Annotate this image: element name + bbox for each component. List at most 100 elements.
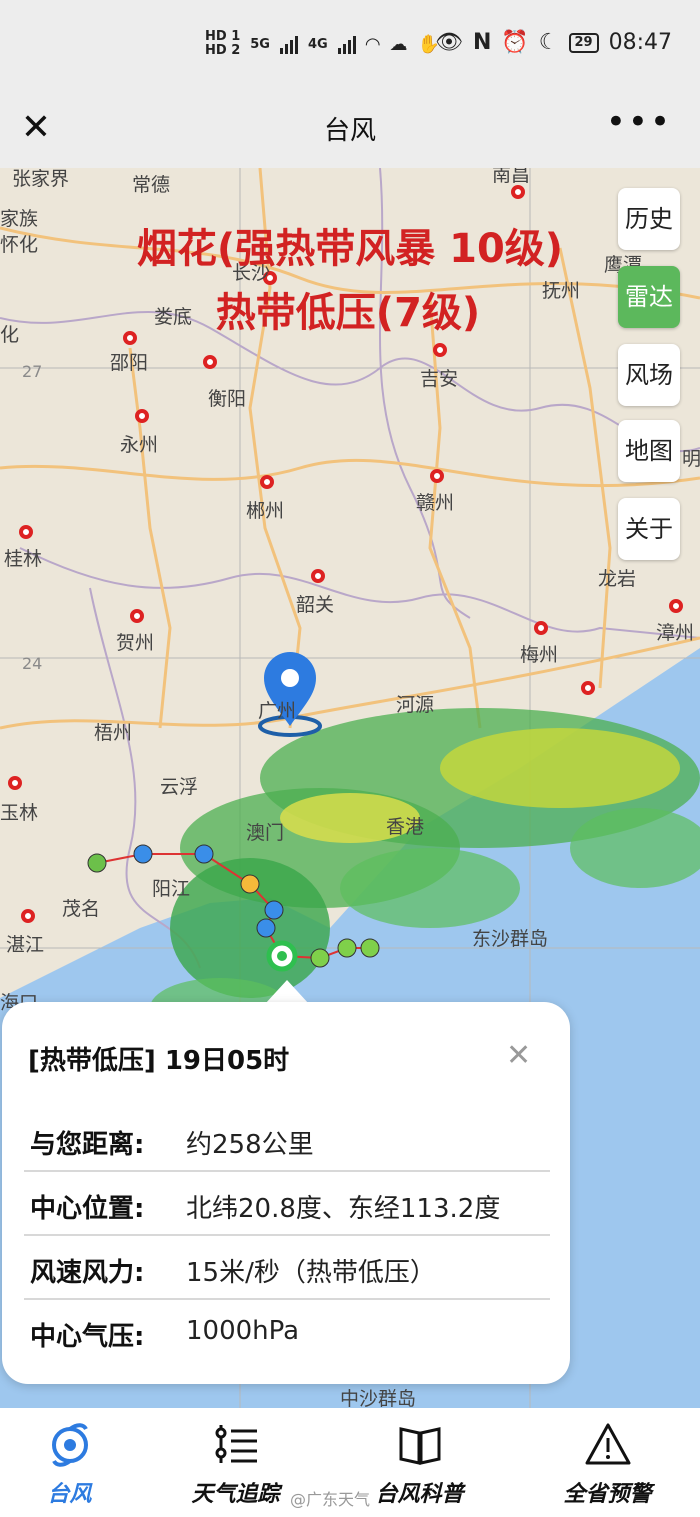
- moon-icon: ☾: [538, 30, 559, 55]
- city-dot: [534, 621, 548, 635]
- city-dot: [8, 776, 22, 790]
- city-label: 河源: [396, 694, 435, 716]
- cloud-icon: ☁: [389, 33, 408, 55]
- close-icon[interactable]: ✕: [506, 1038, 531, 1073]
- city-dot: [511, 185, 525, 199]
- eye-icon: 👁: [435, 30, 463, 55]
- city-dot: [311, 569, 325, 583]
- typhoon-headline-2: 热带低压(7级): [215, 290, 481, 336]
- city-label: 明: [682, 448, 700, 470]
- city-dot: [669, 599, 683, 613]
- city-label: 贺州: [116, 632, 155, 654]
- info-value: 北纬20.8度、东经113.2度: [186, 1194, 501, 1224]
- city-label: 吉安: [420, 368, 459, 390]
- radar-button[interactable]: 雷达: [618, 266, 680, 328]
- title-bar: ✕ 台风 •••: [0, 98, 700, 168]
- warning-icon: [520, 1416, 695, 1472]
- track-point: [133, 844, 153, 864]
- info-row-wind: 风速风力: 15米/秒（热带低压）: [24, 1236, 550, 1300]
- typhoon-info-popup: [热带低压] 19日05时 ✕ 与您距离: 约258公里 中心位置: 北纬20.…: [2, 1002, 570, 1384]
- nav-label: 台风: [47, 1482, 92, 1507]
- track-point: [264, 900, 284, 920]
- net2-label: 4G: [307, 36, 328, 52]
- city-label: 张家界: [12, 168, 70, 190]
- status-bar: HD 1 HD 2 5G 4G ◠ ☁ ✋ 👁 N ⏰ ☾ 29 08:47: [0, 0, 700, 98]
- city-label: 漳州: [656, 622, 695, 644]
- sim1-label: HD 1: [205, 29, 241, 44]
- clock: 08:47: [608, 30, 672, 55]
- track-point: [256, 918, 276, 938]
- track-point: [194, 844, 214, 864]
- nav-province-warning[interactable]: 全省预警: [520, 1416, 695, 1508]
- city-dot: [260, 475, 274, 489]
- sim2-label: HD 2: [205, 43, 241, 58]
- city-label: 梧州: [94, 722, 133, 744]
- track-point: [310, 948, 330, 968]
- net1-label: 5G: [250, 36, 270, 52]
- wifi-icon: ◠: [365, 33, 380, 55]
- city-label: 玉林: [0, 802, 39, 824]
- city-label: 衡阳: [208, 388, 247, 410]
- typhoon-icon: [0, 1416, 157, 1472]
- about-button[interactable]: 关于: [618, 498, 680, 560]
- history-button[interactable]: 历史: [618, 188, 680, 250]
- city-dot: [21, 909, 35, 923]
- info-label: 风速风力:: [30, 1258, 145, 1288]
- city-label: 茂名: [62, 898, 101, 920]
- city-label: 韶关: [296, 594, 335, 616]
- city-label: 东沙群岛: [472, 928, 549, 950]
- road: [0, 458, 700, 488]
- status-bar-left: HD 1 HD 2 5G 4G ◠ ☁ ✋: [205, 30, 440, 58]
- popup-header: [热带低压] 19日05时: [28, 1046, 290, 1076]
- city-label: 中沙群岛: [340, 1388, 417, 1408]
- info-label: 与您距离:: [30, 1130, 145, 1160]
- city-label: 郴州: [246, 500, 285, 522]
- wind-field-button[interactable]: 风场: [618, 344, 680, 406]
- track-point: [87, 853, 107, 873]
- city-dot: [203, 355, 217, 369]
- city-dot: [430, 469, 444, 483]
- typhoon-symbol: [266, 940, 298, 972]
- list-icon: [148, 1416, 323, 1472]
- watermark: @广东天气: [290, 1490, 371, 1509]
- city-label: 阳江: [152, 878, 191, 900]
- map-button[interactable]: 地图: [618, 420, 680, 482]
- latitude-label: 24: [22, 654, 43, 673]
- city-dot: [433, 343, 447, 357]
- info-row-pressure: 中心气压: 1000hPa: [24, 1300, 550, 1364]
- radar-echo: [340, 848, 520, 928]
- city-dot: [135, 409, 149, 423]
- city-label: 赣州: [416, 492, 455, 514]
- status-bar-right: 👁 N ⏰ ☾ 29 08:47: [435, 30, 672, 55]
- city-label: 南昌: [492, 168, 531, 186]
- popup-tail: [265, 980, 309, 1004]
- book-icon: [332, 1416, 507, 1472]
- typhoon-headline-1: 烟花(强热带风暴 10级): [136, 226, 564, 272]
- city-label: 云浮: [160, 776, 199, 798]
- track-point: [337, 938, 357, 958]
- nav-typhoon[interactable]: 台风: [0, 1416, 157, 1508]
- info-label: 中心气压:: [30, 1322, 145, 1352]
- nfc-icon: N: [472, 30, 492, 55]
- signal-icon: [279, 34, 298, 54]
- track-point: [240, 874, 260, 894]
- track-point: [360, 938, 380, 958]
- latitude-label: 27: [22, 362, 43, 381]
- city-label: 龙岩: [598, 568, 637, 590]
- battery-icon: 29: [568, 32, 599, 53]
- city-label: 永州: [120, 434, 159, 456]
- info-value: 约258公里: [186, 1130, 314, 1160]
- info-value: 1000hPa: [186, 1316, 300, 1346]
- city-label: 澳门: [246, 822, 285, 844]
- info-label: 中心位置:: [30, 1194, 145, 1224]
- city-label: 桂林: [4, 548, 43, 570]
- info-value: 15米/秒（热带低压）: [186, 1258, 436, 1288]
- road: [128, 347, 172, 729]
- info-row-position: 中心位置: 北纬20.8度、东经113.2度: [24, 1172, 550, 1236]
- city-dot: [19, 525, 33, 539]
- nav-label: 全省预警: [563, 1482, 652, 1507]
- more-icon[interactable]: •••: [606, 102, 672, 142]
- radar-echo: [440, 728, 680, 808]
- province-border: [19, 547, 700, 639]
- page-title: 台风: [323, 116, 376, 146]
